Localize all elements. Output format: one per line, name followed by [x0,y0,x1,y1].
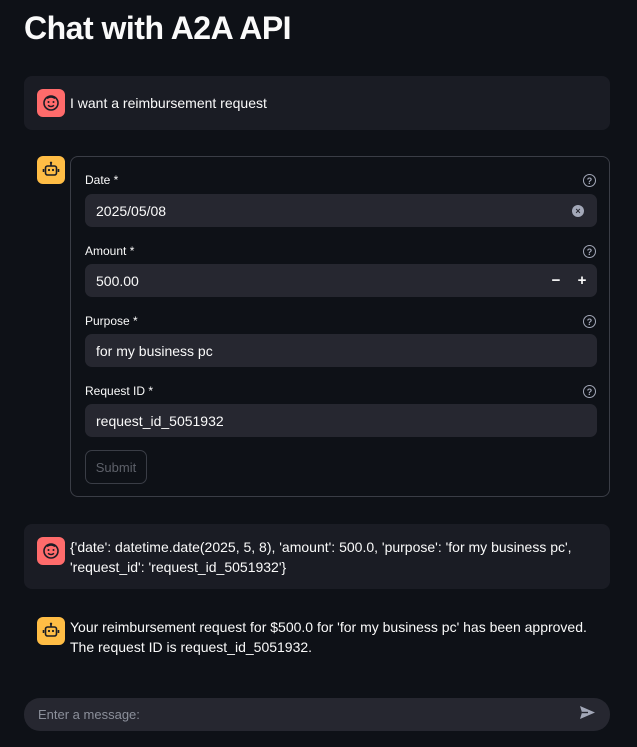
chat-input[interactable]: Enter a message: [24,698,610,731]
request-id-value: request_id_5051932 [96,412,224,429]
robot-icon [42,622,60,637]
increment-button[interactable]: + [569,272,595,289]
amount-label: Amount * [85,244,135,258]
help-icon[interactable]: ? [583,245,596,258]
assistant-avatar [37,156,65,184]
assistant-avatar [37,617,65,645]
purpose-label: Purpose * [85,314,138,328]
date-label: Date * [85,173,119,187]
smiley-face-icon [43,95,59,111]
purpose-input[interactable]: for my business pc [85,334,597,367]
clear-icon[interactable]: × [572,204,584,217]
submit-button[interactable]: Submit [85,450,147,484]
robot-icon [42,161,60,176]
amount-value: 500.00 [96,272,139,289]
user-avatar [37,537,65,565]
amount-input[interactable]: 500.00 − + [85,264,597,297]
chat-message-text: {'date': datetime.date(2025, 5, 8), 'amo… [70,539,572,575]
help-icon[interactable]: ? [583,385,596,398]
request-id-label: Request ID * [85,384,154,398]
date-value: 2025/05/08 [96,202,167,219]
chat-message-text: I want a reimbursement request [70,95,267,111]
date-input[interactable]: 2025/05/08 × [85,194,597,227]
send-icon[interactable] [579,705,596,725]
user-avatar [37,89,65,117]
chat-input-placeholder: Enter a message: [38,707,140,722]
reimbursement-form: Date * ? 2025/05/08 × Amount * ? 500.00 … [70,156,610,497]
page-title: Chat with A2A API [24,10,292,46]
chat-message-text: Your reimbursement request for $500.0 fo… [70,619,587,655]
request-id-input[interactable]: request_id_5051932 [85,404,597,437]
help-icon[interactable]: ? [583,174,596,187]
help-icon[interactable]: ? [583,315,596,328]
smiley-face-icon [43,543,59,559]
purpose-value: for my business pc [96,342,213,359]
decrement-button[interactable]: − [543,272,569,289]
